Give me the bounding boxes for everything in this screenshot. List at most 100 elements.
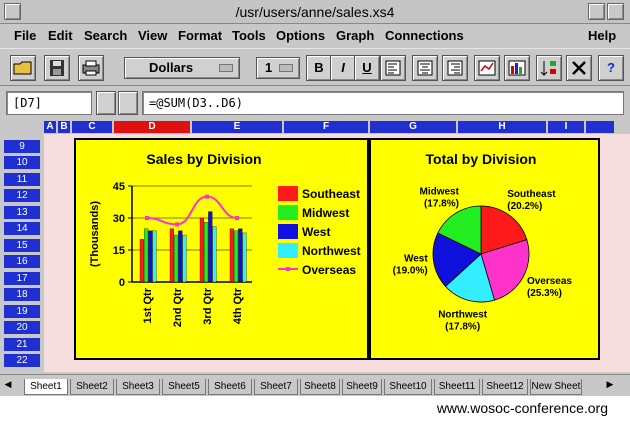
currency-format-value: Dollars (149, 60, 194, 75)
line-chart-icon[interactable] (474, 55, 500, 81)
tab-sheet1[interactable]: Sheet1 (24, 379, 68, 395)
series-line-overseas (146, 195, 238, 226)
align-center-icon[interactable] (412, 55, 438, 81)
row-header[interactable]: 20 (4, 321, 40, 334)
menu-view[interactable]: View (138, 28, 167, 43)
help-button[interactable]: ? (598, 55, 624, 81)
bar-west (208, 211, 213, 283)
tab-sheet12[interactable]: Sheet12 (482, 379, 528, 395)
menu-options[interactable]: Options (276, 28, 325, 43)
menu-help[interactable]: Help (588, 28, 616, 43)
bar-chart-panel[interactable]: Sales by Division (Thousands) 0 15 30 45 1st Q… (74, 138, 369, 360)
tab-sheet7[interactable]: Sheet7 (254, 379, 298, 395)
pie-pct-midwest: (17.8%) (424, 198, 459, 209)
x-tick-label: 4th Qtr (232, 287, 244, 324)
menu-tools[interactable]: Tools (232, 28, 266, 43)
save-disk-icon[interactable] (44, 55, 70, 81)
row-header[interactable]: 16 (4, 255, 40, 268)
menu-file[interactable]: File (14, 28, 36, 43)
x-tick-label: 3rd Qtr (202, 287, 214, 324)
tab-sheet11[interactable]: Sheet11 (434, 379, 480, 395)
bar-chart-icon[interactable] (504, 55, 530, 81)
italic-button[interactable]: I (330, 55, 356, 81)
formula-input[interactable]: =@SUM(D3..D6) (142, 91, 624, 115)
row-header[interactable]: 14 (4, 222, 40, 235)
tab-scroll-right-icon[interactable]: ▶ (604, 379, 616, 391)
y-tick-label: 0 (119, 277, 125, 289)
cell-reference-field[interactable]: [D7] (6, 91, 92, 115)
column-header-e[interactable]: E (192, 121, 282, 133)
align-left-icon[interactable] (380, 55, 406, 81)
combo-knob-icon (219, 64, 233, 72)
tab-sheet2[interactable]: Sheet2 (70, 379, 114, 395)
bar-northwest (152, 230, 157, 283)
column-header-row: A B C D E F G H I (0, 120, 630, 134)
bar-southeast (199, 217, 204, 283)
tab-sheet10[interactable]: Sheet10 (384, 379, 432, 395)
tab-sheet3[interactable]: Sheet3 (116, 379, 160, 395)
column-header-g[interactable]: G (370, 121, 456, 133)
y-tick-label: 45 (113, 181, 125, 193)
row-header[interactable]: 22 (4, 354, 40, 367)
menu-connections[interactable]: Connections (385, 28, 464, 43)
conference-url: www.wosoc-conference.org (436, 400, 608, 416)
row-header[interactable]: 12 (4, 189, 40, 202)
align-right-icon[interactable] (442, 55, 468, 81)
open-folder-icon[interactable] (10, 55, 36, 81)
column-header-a[interactable]: A (44, 121, 56, 133)
row-header[interactable]: 18 (4, 288, 40, 301)
menu-edit[interactable]: Edit (48, 28, 73, 43)
tab-sheet9[interactable]: Sheet9 (342, 379, 382, 395)
legend-swatch-southeast (278, 186, 298, 201)
row-header[interactable]: 19 (4, 305, 40, 318)
tab-new-sheet[interactable]: New Sheet (530, 379, 582, 395)
row-header[interactable]: 17 (4, 272, 40, 285)
column-header-d[interactable]: D (114, 121, 190, 133)
column-header-f[interactable]: F (284, 121, 368, 133)
chart-title: Sales by Division (146, 151, 261, 167)
column-header-i[interactable]: I (548, 121, 584, 133)
bold-button[interactable]: B (306, 55, 332, 81)
tab-scroll-left-icon[interactable]: ◀ (2, 379, 14, 391)
underline-button[interactable]: U (354, 55, 380, 81)
pie-pct-northwest: (17.8%) (445, 321, 480, 332)
chart-title: Total by Division (426, 151, 537, 167)
row-header[interactable]: 11 (4, 173, 40, 186)
currency-format-select[interactable]: Dollars (124, 57, 240, 79)
minimize-button[interactable] (588, 3, 605, 20)
print-icon[interactable] (78, 55, 104, 81)
point-overseas (175, 222, 179, 227)
column-header-h[interactable]: H (458, 121, 546, 133)
column-header-b[interactable]: B (58, 121, 70, 133)
row-header[interactable]: 10 (4, 156, 40, 169)
column-header-next[interactable] (586, 121, 614, 133)
spreadsheet-window: /usr/users/anne/sales.xs4 File Edit Sear… (0, 0, 630, 422)
maximize-button[interactable] (607, 3, 624, 20)
tab-sheet8[interactable]: Sheet8 (300, 379, 340, 395)
close-icon[interactable] (566, 55, 592, 81)
y-axis-label: (Thousands) (89, 201, 101, 267)
menu-bar: File Edit Search View Format Tools Optio… (0, 25, 630, 47)
pie-chart-panel[interactable]: Total by Division Southeast (20.2%) Oversea… (369, 138, 600, 360)
bar-southeast (229, 228, 234, 283)
row-header[interactable]: 13 (4, 206, 40, 219)
menu-search[interactable]: Search (84, 28, 127, 43)
menu-format[interactable]: Format (178, 28, 222, 43)
x-tick-label: 2nd Qtr (172, 287, 184, 327)
tab-sheet5[interactable]: Sheet5 (162, 379, 206, 395)
menu-graph[interactable]: Graph (336, 28, 374, 43)
row-header[interactable]: 21 (4, 338, 40, 351)
row-header[interactable]: 15 (4, 239, 40, 252)
point-overseas (235, 216, 239, 220)
legend-label-overseas: Overseas (302, 263, 356, 277)
column-header-c[interactable]: C (72, 121, 112, 133)
accept-entry-button[interactable] (118, 91, 138, 115)
bar-northwest (182, 234, 187, 283)
cancel-entry-button[interactable] (96, 91, 116, 115)
tab-sheet6[interactable]: Sheet6 (208, 379, 252, 395)
font-size-select[interactable]: 1 (256, 57, 300, 79)
row-header[interactable]: 9 (4, 140, 40, 153)
legend-label-west: West (302, 225, 330, 239)
bar-west (178, 230, 183, 283)
sort-icon[interactable] (536, 55, 562, 81)
